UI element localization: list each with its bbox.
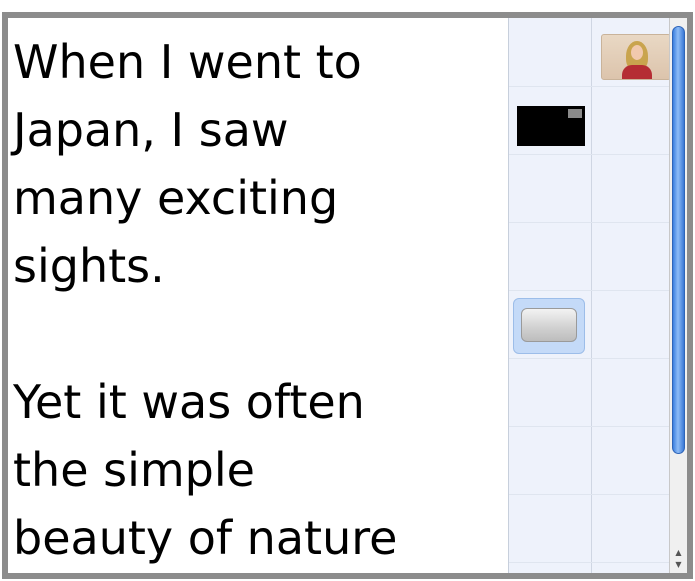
- content-frame: When I went to Japan, I saw many excitin…: [2, 12, 693, 579]
- scroll-down-arrow-icon[interactable]: ▼: [670, 559, 687, 571]
- text-pane[interactable]: When I went to Japan, I saw many excitin…: [8, 18, 508, 573]
- row-divider: [509, 426, 676, 427]
- column-divider: [591, 18, 592, 573]
- thumbnail-badge: [568, 109, 582, 118]
- face-shape: [631, 45, 643, 60]
- vertical-scrollbar[interactable]: ▲ ▼: [669, 18, 687, 573]
- selected-grid-cell[interactable]: [513, 298, 585, 354]
- paragraph: When I went to Japan, I saw many excitin…: [13, 35, 362, 293]
- row-divider: [509, 222, 676, 223]
- row-divider: [509, 86, 676, 87]
- gray-button-item[interactable]: [521, 308, 577, 342]
- row-divider: [509, 290, 676, 291]
- thumbnail-grid: [508, 18, 676, 573]
- body-shape: [622, 65, 652, 79]
- person-thumbnail[interactable]: [601, 34, 671, 80]
- row-divider: [509, 494, 676, 495]
- paragraph: Yet it was often the simple beauty of na…: [13, 375, 398, 565]
- scroll-thumb[interactable]: [672, 26, 685, 454]
- row-divider: [509, 358, 676, 359]
- row-divider: [509, 562, 676, 563]
- black-video-thumbnail[interactable]: [517, 106, 585, 146]
- row-divider: [509, 154, 676, 155]
- scroll-up-arrow-icon[interactable]: ▲: [670, 547, 687, 559]
